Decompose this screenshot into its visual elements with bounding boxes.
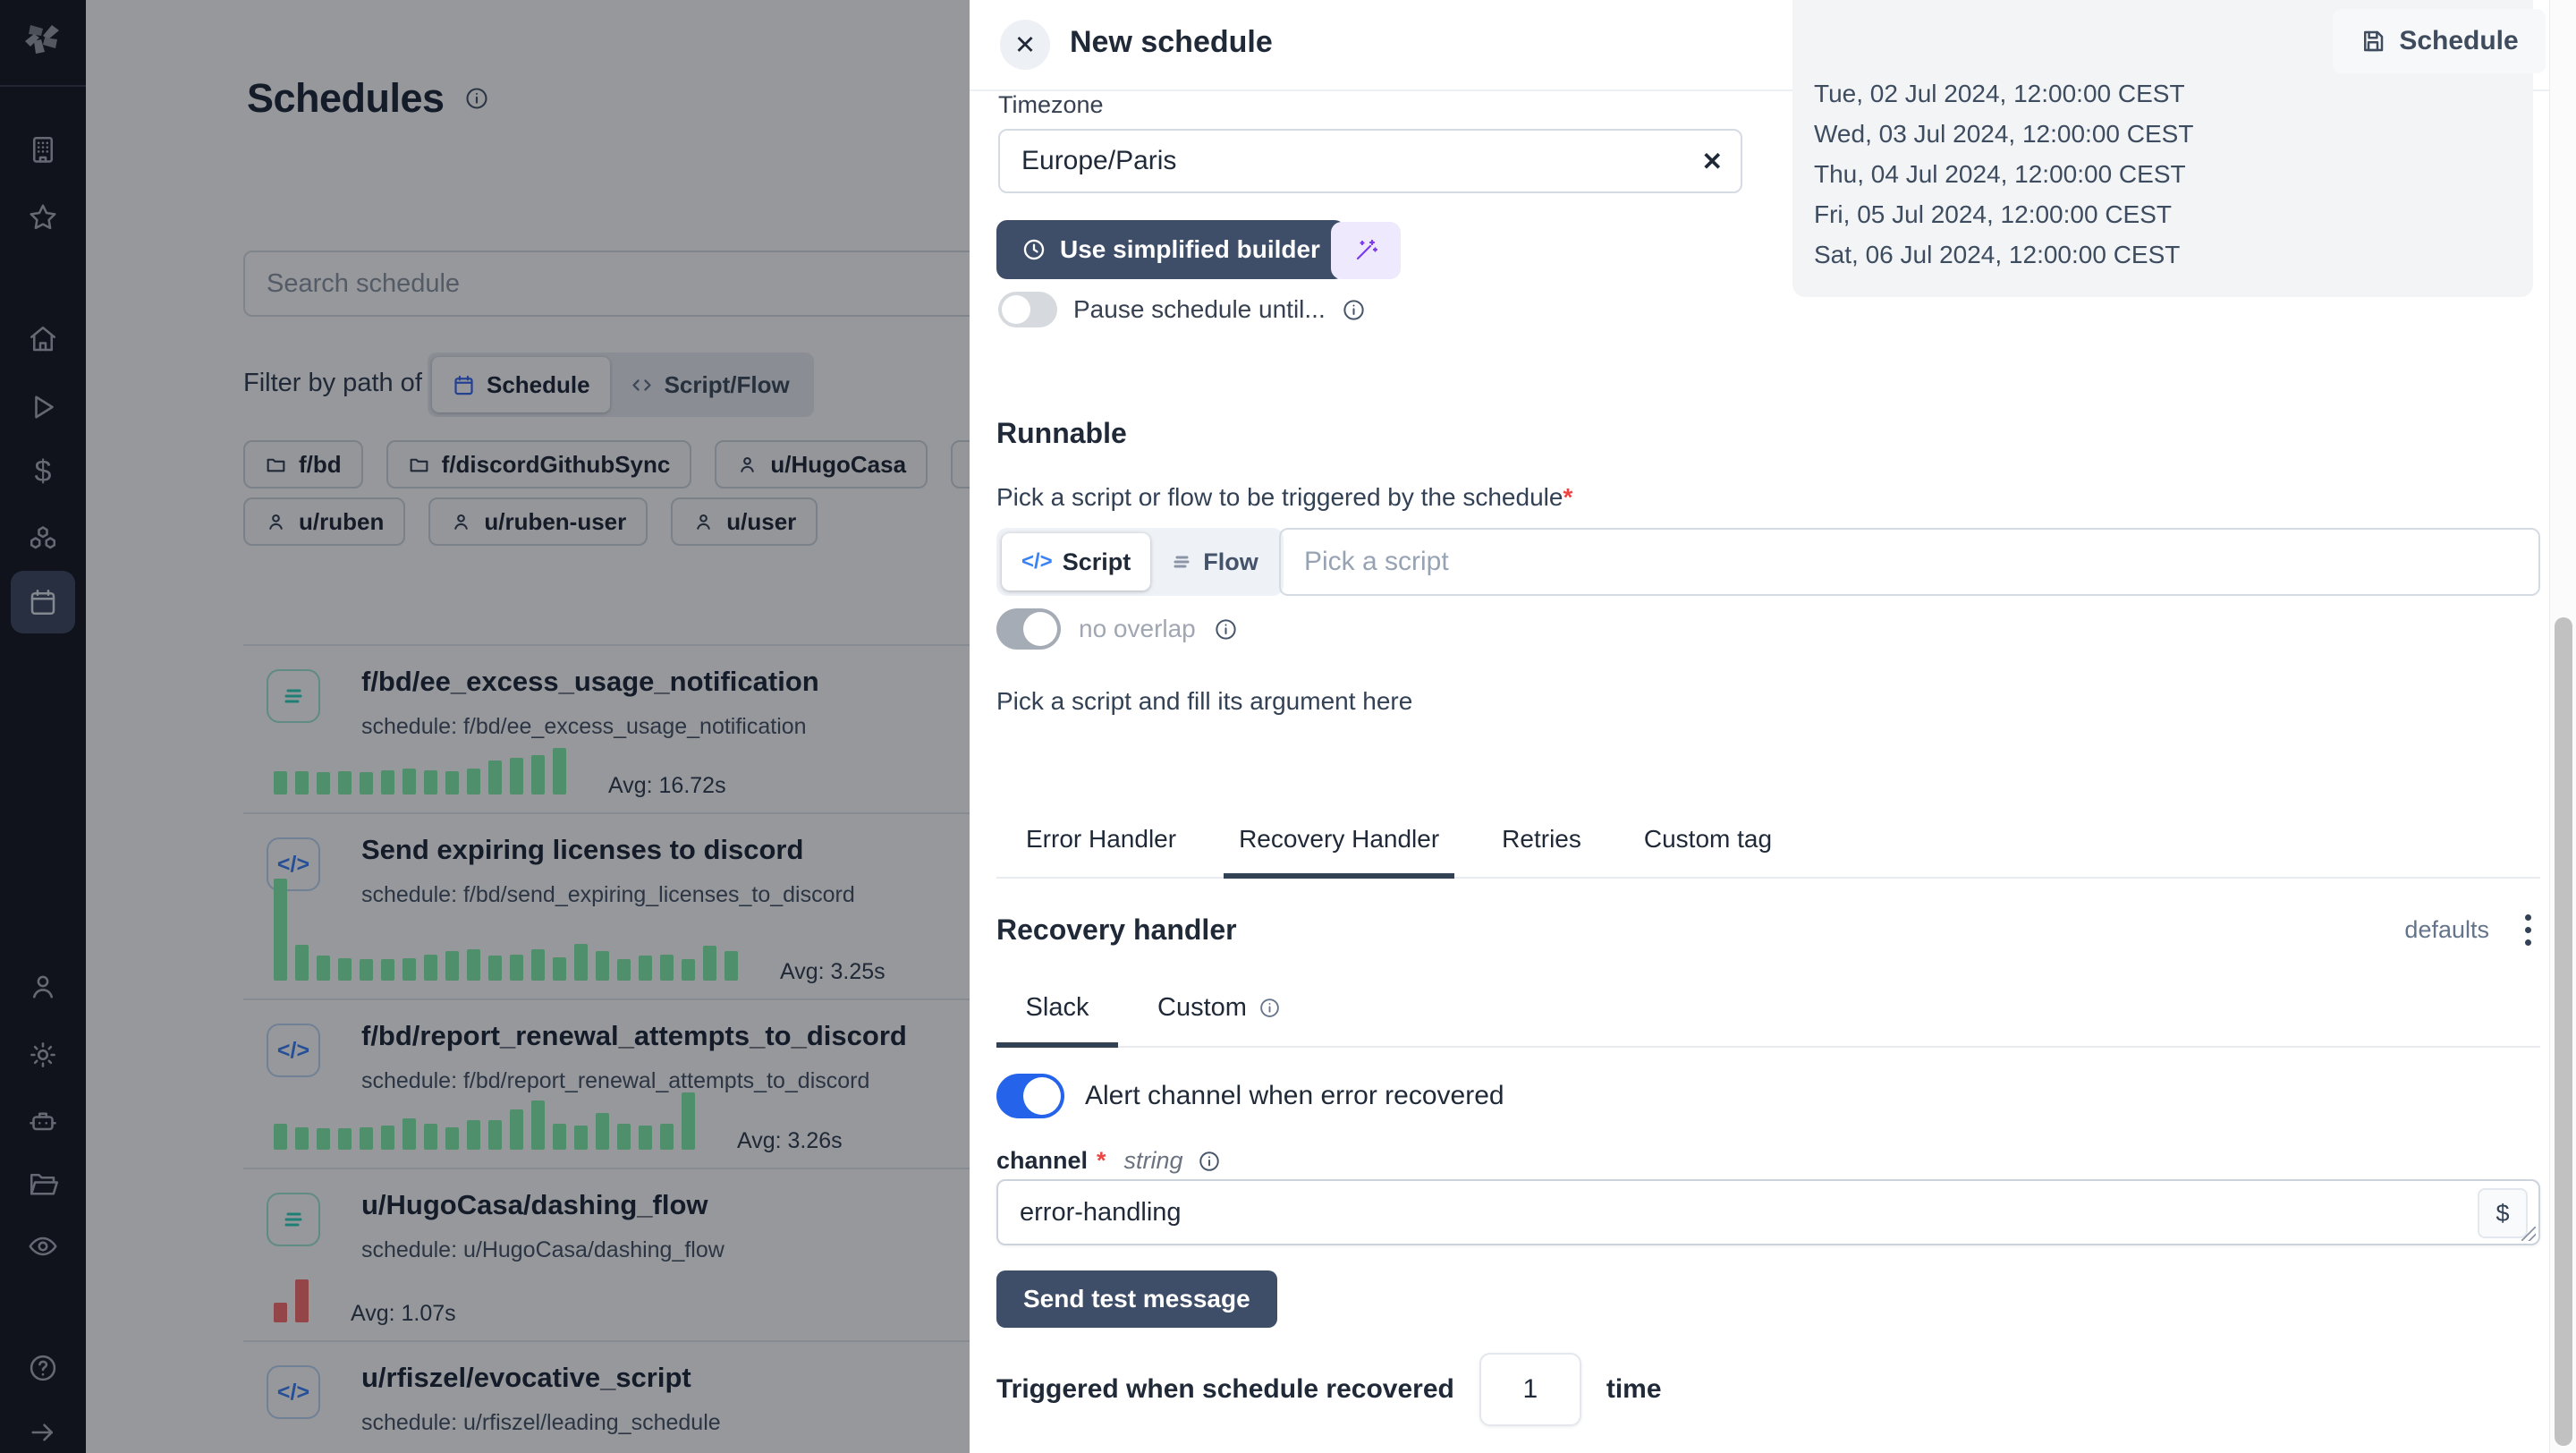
- save-icon: [2360, 28, 2386, 55]
- required-mark: *: [1563, 483, 1572, 511]
- no-overlap-toggle[interactable]: [996, 608, 1061, 650]
- flow-icon: [1170, 550, 1193, 574]
- ai-magic-button[interactable]: [1331, 222, 1401, 279]
- triggered-count-row: Triggered when schedule recovered 1 time: [996, 1353, 1662, 1426]
- subtab-slack[interactable]: Slack: [996, 993, 1118, 1048]
- timezone-input[interactable]: Europe/Paris ✕: [998, 129, 1742, 193]
- no-overlap-row: no overlap: [996, 608, 1238, 650]
- clock-icon: [1021, 237, 1046, 262]
- pick-script-input[interactable]: Pick a script: [1279, 528, 2540, 596]
- alert-channel-row: Alert channel when error recovered: [996, 1074, 1504, 1118]
- scrollbar-thumb[interactable]: [2555, 617, 2572, 1446]
- no-overlap-label: no overlap: [1079, 615, 1196, 643]
- pause-label: Pause schedule until...: [1073, 295, 1326, 324]
- info-icon[interactable]: [1214, 617, 1238, 642]
- timezone-label: Timezone: [998, 91, 1104, 119]
- runnable-heading: Runnable: [996, 417, 1127, 450]
- subtab-custom[interactable]: Custom: [1148, 993, 1290, 1048]
- defaults-label[interactable]: defaults: [2404, 916, 2489, 944]
- page-scrollbar[interactable]: [2549, 0, 2576, 1453]
- tab-error-handler[interactable]: Error Handler: [1011, 825, 1191, 879]
- flow-option[interactable]: Flow: [1150, 533, 1278, 591]
- runnable-hint: Pick a script or flow to be triggered by…: [996, 483, 1572, 512]
- magic-wand-icon: [1352, 236, 1380, 265]
- send-test-message-button[interactable]: Send test message: [996, 1270, 1277, 1328]
- info-icon[interactable]: [1198, 1150, 1221, 1173]
- drawer-title: New schedule: [1070, 25, 1273, 60]
- recovery-subtabs: Slack Custom: [996, 993, 2540, 1048]
- recovered-times-input[interactable]: 1: [1479, 1353, 1581, 1426]
- resize-handle[interactable]: [2521, 1227, 2536, 1241]
- script-option[interactable]: </> Script: [1002, 533, 1150, 591]
- pause-schedule-row: Pause schedule until...: [998, 292, 1366, 327]
- recovery-handler-heading: Recovery handler: [996, 913, 1237, 947]
- variable-picker-button[interactable]: $: [2478, 1188, 2528, 1238]
- kebab-menu-icon[interactable]: [2516, 909, 2540, 951]
- tab-recovery-handler[interactable]: Recovery Handler: [1224, 825, 1454, 879]
- info-icon[interactable]: [1258, 997, 1281, 1019]
- drawer-content: Timezone Europe/Paris ✕ Use simplified b…: [970, 0, 2549, 1453]
- handler-tabs: Error Handler Recovery Handler Retries C…: [996, 825, 2540, 879]
- pause-toggle[interactable]: [998, 292, 1057, 327]
- script-flow-toggle: </> Script Flow: [996, 528, 1284, 596]
- tab-retries[interactable]: Retries: [1487, 825, 1597, 879]
- info-icon[interactable]: [1342, 298, 1366, 322]
- recovery-handler-header: Recovery handler defaults: [996, 909, 2540, 951]
- schedule-save-button[interactable]: Schedule: [2333, 9, 2546, 73]
- close-icon[interactable]: ✕: [1000, 20, 1050, 70]
- clear-icon[interactable]: ✕: [1702, 147, 1723, 176]
- app-window: $ Schedules: [0, 0, 2576, 1453]
- channel-field-label: channel* string: [996, 1147, 1221, 1175]
- code-icon: </>: [1021, 549, 1053, 574]
- alert-channel-toggle[interactable]: [996, 1074, 1064, 1118]
- alert-channel-label: Alert channel when error recovered: [1085, 1081, 1504, 1111]
- tab-custom-tag[interactable]: Custom tag: [1629, 825, 1787, 879]
- fill-args-hint: Pick a script and fill its argument here: [996, 687, 1412, 716]
- channel-textarea[interactable]: error-handling $: [996, 1179, 2540, 1245]
- use-simplified-builder-button[interactable]: Use simplified builder: [996, 220, 1345, 279]
- new-schedule-drawer: Tue, 02 Jul 2024, 12:00:00 CEST Wed, 03 …: [970, 0, 2549, 1453]
